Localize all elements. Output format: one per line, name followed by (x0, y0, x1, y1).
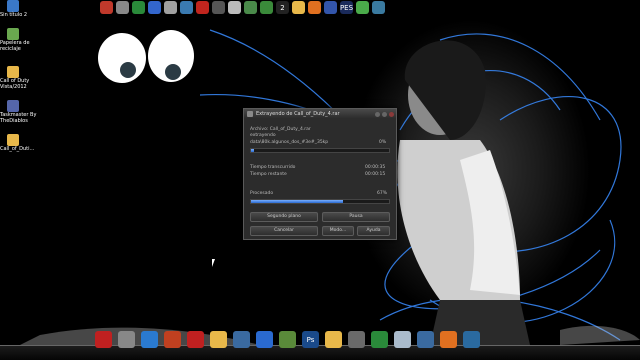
disc-icon[interactable] (233, 331, 250, 348)
tools-icon[interactable] (118, 331, 135, 348)
utorrent-icon[interactable] (260, 1, 273, 14)
desktop-icon-label: Papelera de reciclaje (0, 40, 30, 52)
pause-button[interactable]: Pausa (322, 212, 390, 222)
lightning-icon[interactable] (256, 331, 273, 348)
winrar-icon (247, 111, 253, 117)
pupil-left (120, 62, 136, 78)
badge-2-icon[interactable]: 2 (276, 1, 289, 14)
archive-line: Archivo: Call_of_Duty_4.rar (250, 127, 311, 132)
edit-icon[interactable] (148, 1, 161, 14)
processed-progress-fill (251, 200, 344, 203)
bottom-dock: Ps (95, 328, 480, 348)
folder-icon (7, 134, 19, 146)
acrobat-icon[interactable] (196, 1, 209, 14)
desktop-icon-recycle-bin[interactable]: Papelera de reciclaje (0, 28, 40, 52)
mouse-cursor (212, 259, 215, 267)
nexus-icon[interactable] (95, 331, 112, 348)
file-icon[interactable] (228, 1, 241, 14)
pes-icon[interactable]: PES (340, 1, 353, 14)
close-button[interactable] (389, 111, 394, 117)
app-icon (7, 100, 19, 112)
flag-icon[interactable] (324, 1, 337, 14)
image-icon[interactable] (279, 331, 296, 348)
file-progress-fill (251, 149, 254, 152)
paw-icon[interactable] (164, 331, 181, 348)
file-percent: 0% (379, 140, 387, 145)
status-line: extrayendo (250, 133, 276, 138)
ring-icon[interactable] (372, 1, 385, 14)
red-icon[interactable] (187, 331, 204, 348)
processed-value: 67% (377, 191, 388, 196)
orange-icon[interactable] (308, 1, 321, 14)
chrome-icon[interactable] (371, 331, 388, 348)
remaining-value: 00:00:15 (365, 172, 386, 177)
dialog-titlebar[interactable]: Extrayendo de Call_of_Duty_4.rar (244, 109, 396, 119)
lips-icon[interactable] (100, 1, 113, 14)
help-button[interactable]: Ayuda (357, 226, 390, 236)
file-progress-bar (250, 148, 390, 153)
cancel-button[interactable]: Cancelar (250, 226, 318, 236)
maximize-button[interactable] (382, 111, 387, 117)
desktop-icon-call-of-duty-vista[interactable]: Call of Duty Vista/2012 (0, 66, 40, 90)
file-line: data\80k.algunos_dos_#3e#_35kp (250, 140, 329, 145)
elapsed-label: Tiempo transcurrido (250, 165, 296, 170)
desktop-icon-taskmaster[interactable]: Taskmaster By TheDiablos (0, 100, 40, 124)
windows-icon[interactable] (141, 331, 158, 348)
desktop-icon-label: Taskmaster By TheDiablos (0, 112, 37, 124)
desktop-icon-label: Call of Duty Vista/2012 (0, 78, 30, 90)
dialog-title: Extrayendo de Call_of_Duty_4.rar (256, 111, 340, 117)
vlc-icon[interactable] (440, 331, 457, 348)
folder-icon[interactable] (210, 331, 227, 348)
processed-label: Procesado (250, 191, 274, 196)
photoshop-icon[interactable]: Ps (302, 331, 319, 348)
picture-icon[interactable] (348, 331, 365, 348)
box-icon[interactable] (164, 1, 177, 14)
elapsed-value: 00:00:35 (365, 165, 386, 170)
globe-icon[interactable] (180, 1, 193, 14)
photo-icon[interactable] (244, 1, 257, 14)
folder-icon (7, 66, 19, 78)
desktop-icon-label: Sin título 2 (0, 12, 28, 18)
remaining-label: Tiempo restante (250, 172, 287, 177)
top-dock: 2 PES (100, 0, 385, 15)
clock-icon[interactable] (116, 1, 129, 14)
pupil-right (165, 64, 181, 80)
desktop[interactable]: Sin título 2 Papelera de reciclaje Call … (0, 0, 640, 360)
chrome-icon[interactable] (132, 1, 145, 14)
desktop-icon-label: Call_of_Duti... (0, 146, 35, 152)
desktop-icon-call-of-duty-folder[interactable]: Call_of_Duti... (0, 134, 40, 152)
folder-icon[interactable] (292, 1, 305, 14)
desktop-icon-sin-titulo[interactable]: Sin título 2 (0, 0, 40, 18)
mode-button[interactable]: Modo... (322, 226, 354, 236)
window-icon[interactable] (394, 331, 411, 348)
document-icon (7, 0, 19, 12)
mail-icon[interactable] (463, 331, 480, 348)
folder2-icon[interactable] (325, 331, 342, 348)
processed-progress-bar (250, 199, 390, 204)
extraction-dialog: Extrayendo de Call_of_Duty_4.rar Archivo… (243, 108, 397, 240)
recycle-bin-icon (7, 28, 19, 40)
drive-icon[interactable] (212, 1, 225, 14)
gear-icon[interactable] (417, 331, 434, 348)
minimize-button[interactable] (375, 111, 380, 117)
background-button[interactable]: Segundo plano (250, 212, 318, 222)
recycle-icon[interactable] (356, 1, 369, 14)
